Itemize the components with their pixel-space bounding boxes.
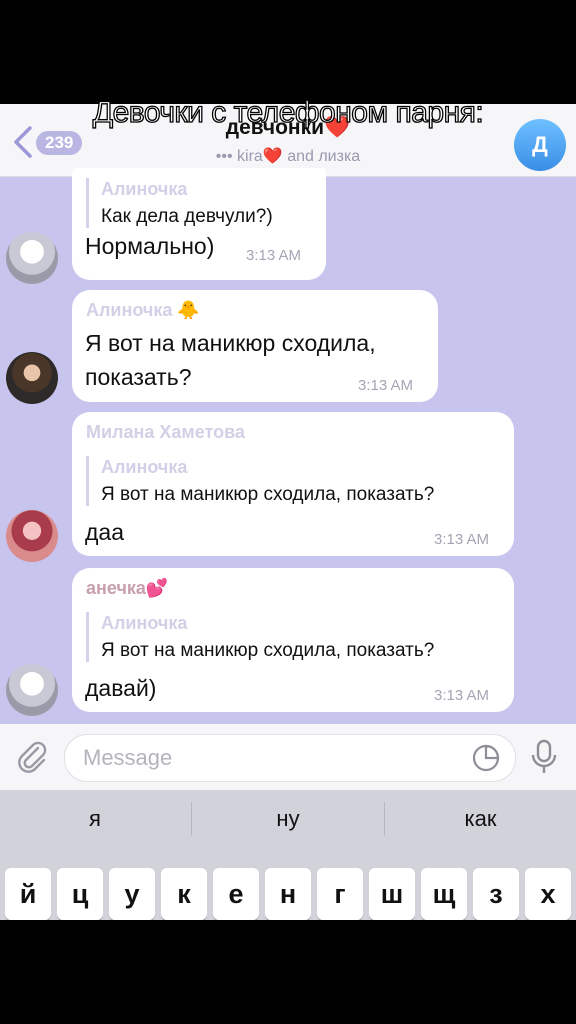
chat-screen: 239 девчонки❤️ ••• kira❤️ and лизка Д Ал… [0,104,576,920]
members-line: ••• kira❤️ and лизка [215,148,361,165]
sender-name[interactable]: Милана Хаметова [86,422,245,443]
reply-quote[interactable]: Алиночка Я вот на маникюр сходила, показ… [86,612,434,662]
message-text: Нормально) [85,233,215,259]
message-time: 3:13 AM [358,377,414,394]
key[interactable]: ц [57,868,103,920]
attach-icon[interactable] [14,738,50,774]
message-time: 3:13 AM [434,687,490,704]
suggestion[interactable]: я [0,790,190,848]
avatar[interactable] [6,232,58,284]
key[interactable]: й [5,868,51,920]
message-bubble[interactable]: Милана Хаметова Алиночка Я вот на маникю… [72,412,514,556]
message-time: 3:13 AM [434,531,490,548]
key[interactable]: щ [421,868,467,920]
reply-quote[interactable]: Алиночка Как дела девчули?) [86,178,273,228]
message-bubble[interactable]: Алиночка 🐥 Я вот на маникюр сходила, пок… [72,290,438,402]
key[interactable]: з [473,868,519,920]
avatar[interactable] [6,664,58,716]
reply-quote[interactable]: Алиночка Я вот на маникюр сходила, показ… [86,456,434,506]
avatar[interactable] [6,510,58,562]
keyboard-suggestions: я ну как [0,790,576,848]
sticker-icon[interactable] [471,743,501,773]
avatar[interactable] [6,352,58,404]
message-text-line: показать? [85,364,192,390]
message-text: даа [85,519,125,545]
reply-text: Как дела девчули?) [101,206,273,227]
keyboard: й ц у к е н г ш щ з х [0,848,576,920]
message-input-bar [0,724,576,790]
suggestion[interactable]: как [385,790,576,848]
message-field[interactable] [64,734,516,782]
key[interactable]: х [525,868,571,920]
message-time: 3:13 AM [246,247,302,264]
reply-text: Я вот на маникюр сходила, показать? [101,640,435,661]
sender-name[interactable]: анечка💕 [86,578,168,599]
reply-author: Алиночка [101,613,188,633]
reply-author: Алиночка [101,179,188,199]
key[interactable]: у [109,868,155,920]
key[interactable]: н [265,868,311,920]
key[interactable]: к [161,868,207,920]
sender-name[interactable]: Алиночка 🐥 [86,300,200,321]
key[interactable]: е [213,868,259,920]
suggestion[interactable]: ну [192,790,384,848]
message-bubble[interactable]: анечка💕 Алиночка Я вот на маникюр сходил… [72,568,514,712]
message-bubble[interactable]: Алиночка Как дела девчули?) Нормально) 3… [72,168,326,280]
message-text: давай) [85,675,157,701]
reply-text: Я вот на маникюр сходила, показать? [101,484,435,505]
reply-author: Алиночка [101,457,188,477]
microphone-icon[interactable] [526,738,562,776]
message-text-line: Я вот на маникюр сходила, [85,330,376,356]
key[interactable]: г [317,868,363,920]
message-input[interactable] [83,735,443,781]
key[interactable]: ш [369,868,415,920]
overlay-caption: Девочки с телефоном парня: [92,95,484,129]
